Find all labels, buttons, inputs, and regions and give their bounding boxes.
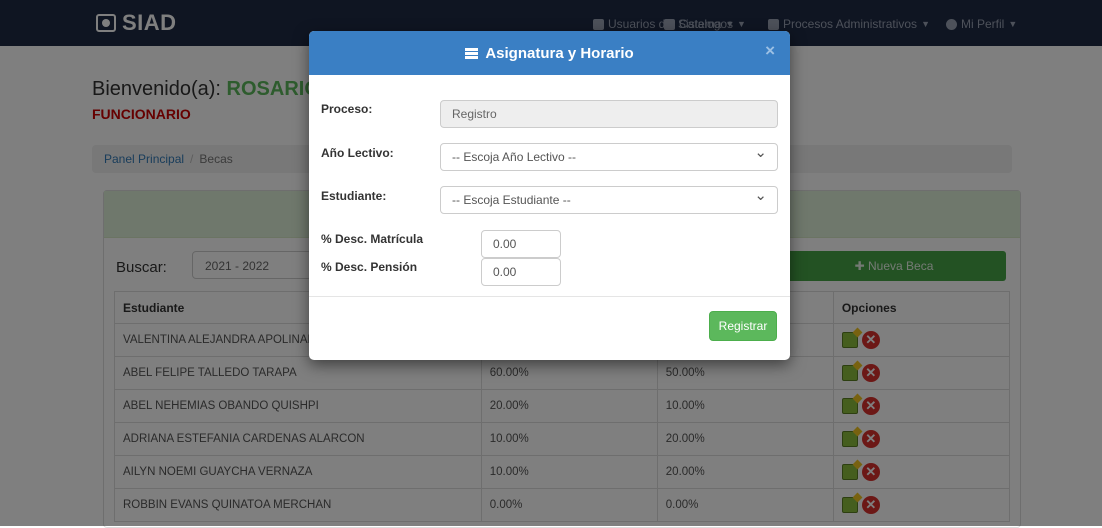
matricula-label: % Desc. Matrícula [321,232,424,246]
anio-select-value: -- Escoja Año Lectivo -- [452,150,577,164]
modal-footer-divider [309,296,790,297]
estudiante-select-value: -- Escoja Estudiante -- [452,193,571,207]
anio-select[interactable]: -- Escoja Año Lectivo -- [440,140,778,171]
estudiante-label: Estudiante: [321,189,387,203]
register-button[interactable]: Registrar [709,311,777,341]
proceso-label: Proceso: [321,102,373,116]
matricula-input[interactable]: 0.00 [481,230,561,258]
pension-input[interactable]: 0.00 [481,258,561,286]
modal-header: Asignatura y Horario × [309,31,790,75]
proceso-input: Registro [440,100,778,128]
estudiante-select[interactable]: -- Escoja Estudiante -- [440,183,778,214]
modal-title-text: Asignatura y Horario [485,45,634,62]
modal-title: Asignatura y Horario [309,45,790,62]
anio-label: Año Lectivo: [321,146,394,160]
asignatura-modal: Asignatura y Horario × Proceso: Registro… [309,31,790,360]
list-icon [465,48,479,59]
pension-label: % Desc. Pensión [321,260,418,274]
close-icon[interactable]: × [765,41,775,61]
